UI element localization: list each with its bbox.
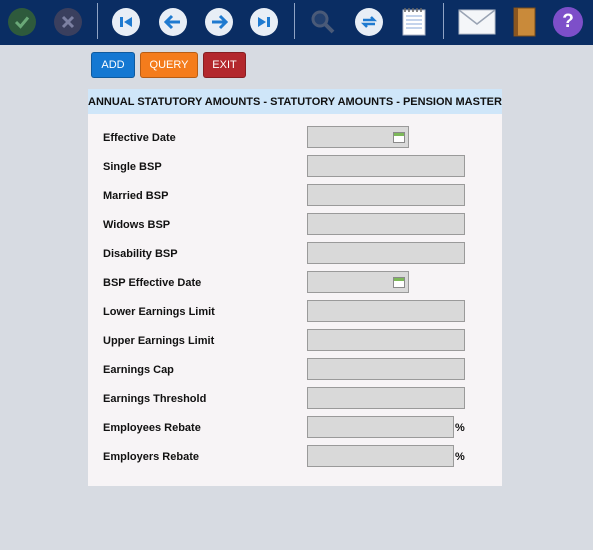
employers-rebate-input[interactable] — [308, 446, 453, 466]
widows-bsp-input[interactable] — [308, 214, 464, 234]
earnings-threshold-input[interactable] — [308, 388, 464, 408]
disability-bsp-field[interactable] — [307, 242, 465, 264]
earnings-cap-label: Earnings Cap — [103, 364, 174, 376]
panel-title: ANNUAL STATUTORY AMOUNTS - STATUTORY AMO… — [88, 89, 502, 114]
search-icon[interactable] — [308, 7, 338, 37]
employers-rebate-label: Employers Rebate — [103, 451, 199, 463]
lower-earnings-limit-field[interactable] — [307, 300, 465, 322]
refresh-icon[interactable] — [354, 7, 384, 37]
toolbar-separator — [443, 3, 444, 39]
single-bsp-label: Single BSP — [103, 161, 162, 173]
toolbar-separator — [294, 3, 295, 39]
widows-bsp-field[interactable] — [307, 213, 465, 235]
last-record-icon[interactable] — [249, 7, 279, 37]
earnings-threshold-field[interactable] — [307, 387, 465, 409]
exit-button[interactable]: EXIT — [203, 52, 246, 78]
single-bsp-input[interactable] — [308, 156, 464, 176]
toolbar-separator — [97, 3, 98, 39]
employees-rebate-percent: % — [455, 422, 465, 434]
lower-earnings-limit-label: Lower Earnings Limit — [103, 306, 215, 318]
earnings-cap-input[interactable] — [308, 359, 464, 379]
married-bsp-label: Married BSP — [103, 190, 169, 202]
effective-date-label: Effective Date — [103, 132, 176, 144]
employees-rebate-label: Employees Rebate — [103, 422, 201, 434]
disability-bsp-label: Disability BSP — [103, 248, 178, 260]
bsp-effective-date-field[interactable] — [307, 271, 409, 293]
notebook-icon[interactable] — [509, 7, 539, 37]
employees-rebate-input[interactable] — [308, 417, 453, 437]
cancel-icon[interactable] — [53, 7, 83, 37]
widows-bsp-label: Widows BSP — [103, 219, 171, 231]
checkmark-icon[interactable] — [7, 7, 37, 37]
toolbar: ? — [0, 0, 593, 45]
employers-rebate-percent: % — [455, 451, 465, 463]
married-bsp-input[interactable] — [308, 185, 464, 205]
query-button[interactable]: QUERY — [140, 52, 198, 78]
mail-icon[interactable] — [458, 7, 496, 37]
help-icon[interactable]: ? — [553, 7, 583, 37]
married-bsp-field[interactable] — [307, 184, 465, 206]
help-glyph: ? — [562, 11, 574, 32]
next-icon[interactable] — [204, 7, 234, 37]
employees-rebate-field[interactable] — [307, 416, 454, 438]
disability-bsp-input[interactable] — [308, 243, 464, 263]
add-button[interactable]: ADD — [91, 52, 135, 78]
upper-earnings-limit-input[interactable] — [308, 330, 464, 350]
previous-icon[interactable] — [158, 7, 188, 37]
pension-master-panel: ANNUAL STATUTORY AMOUNTS - STATUTORY AMO… — [88, 89, 502, 486]
employers-rebate-field[interactable] — [307, 445, 454, 467]
single-bsp-field[interactable] — [307, 155, 465, 177]
earnings-cap-field[interactable] — [307, 358, 465, 380]
lower-earnings-limit-input[interactable] — [308, 301, 464, 321]
bsp-effective-date-label: BSP Effective Date — [103, 277, 202, 289]
calendar-icon[interactable] — [393, 132, 405, 143]
notepad-icon[interactable] — [399, 7, 429, 37]
earnings-threshold-label: Earnings Threshold — [103, 393, 207, 405]
upper-earnings-limit-label: Upper Earnings Limit — [103, 335, 215, 347]
first-record-icon[interactable] — [111, 7, 141, 37]
calendar-icon[interactable] — [393, 277, 405, 288]
upper-earnings-limit-field[interactable] — [307, 329, 465, 351]
effective-date-field[interactable] — [307, 126, 409, 148]
